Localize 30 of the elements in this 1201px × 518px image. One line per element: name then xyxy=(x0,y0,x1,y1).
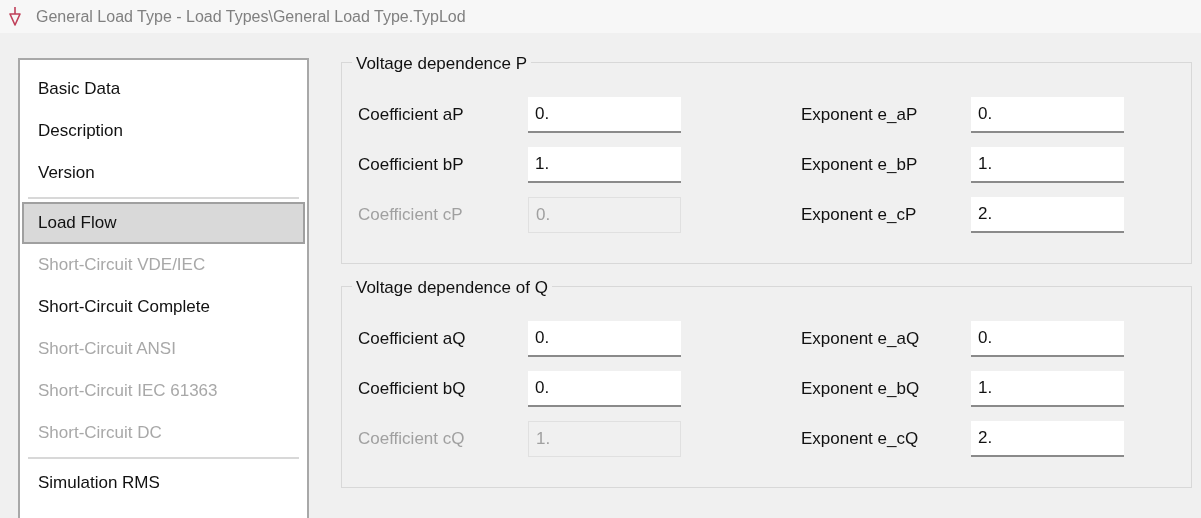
sidebar-item[interactable]: Basic Data xyxy=(22,68,305,110)
field-label: Exponent e_bQ xyxy=(801,378,921,401)
input-field[interactable]: 1. xyxy=(528,147,681,183)
sidebar-item[interactable]: Description xyxy=(22,110,305,152)
input-field[interactable]: 0. xyxy=(528,97,681,133)
field-label: Exponent e_cP xyxy=(801,204,918,227)
input-field[interactable]: 1. xyxy=(971,147,1124,183)
field-label: Coefficient bP xyxy=(358,154,465,177)
field-label: Exponent e_aQ xyxy=(801,328,921,351)
field-label: Coefficient bQ xyxy=(358,378,467,401)
field-label: Coefficient aQ xyxy=(358,328,467,351)
sidebar-item[interactable]: Simulation RMS xyxy=(22,462,305,504)
input-field[interactable]: 0. xyxy=(971,97,1124,133)
input-field[interactable]: 1. xyxy=(971,371,1124,407)
window-title: General Load Type - Load Types\General Load Type.TypLod xyxy=(36,6,466,27)
input-field[interactable]: 0. xyxy=(528,371,681,407)
field-label: Exponent e_bP xyxy=(801,154,919,177)
sidebar-item[interactable]: Version xyxy=(22,152,305,194)
input-field[interactable]: 0. xyxy=(971,321,1124,357)
field-label: Coefficient aP xyxy=(358,104,465,127)
field-label: Exponent e_aP xyxy=(801,104,919,127)
field-label: Coefficient cP xyxy=(358,204,464,227)
input-field[interactable]: 2. xyxy=(971,421,1124,457)
input-field[interactable]: 0. xyxy=(528,321,681,357)
sidebar-item[interactable]: Short-Circuit Complete xyxy=(22,286,305,328)
load-arrow-icon xyxy=(8,5,22,28)
field-label: Exponent e_cQ xyxy=(801,428,920,451)
sidebar-item[interactable]: Load Flow xyxy=(22,202,305,244)
input-field[interactable]: 2. xyxy=(971,197,1124,233)
field-label: Coefficient cQ xyxy=(358,428,466,451)
